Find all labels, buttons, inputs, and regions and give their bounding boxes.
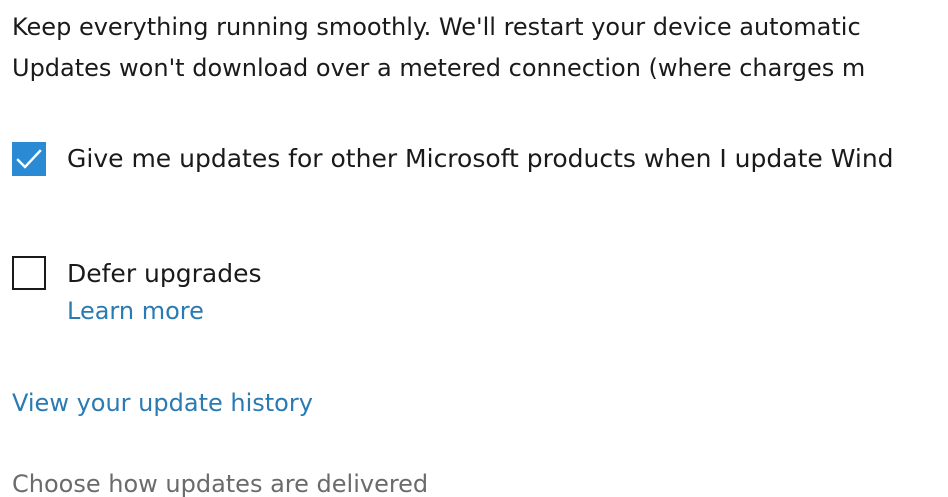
defer-upgrades-option: Defer upgrades Learn more [12,256,262,326]
update-description-line-2: Updates won't download over a metered co… [12,54,866,82]
other-products-checkbox[interactable] [12,142,46,176]
view-update-history-link[interactable]: View your update history [12,388,313,418]
other-products-option: Give me updates for other Microsoft prod… [12,142,894,176]
defer-upgrades-label[interactable]: Defer upgrades [67,256,262,292]
learn-more-link[interactable]: Learn more [67,296,262,326]
checkmark-icon [16,149,42,169]
defer-upgrades-checkbox[interactable] [12,256,46,290]
choose-delivery-link[interactable]: Choose how updates are delivered [12,469,428,497]
update-description-line-1: Keep everything running smoothly. We'll … [12,13,861,41]
windows-update-settings-page: Keep everything running smoothly. We'll … [0,0,948,497]
other-products-label[interactable]: Give me updates for other Microsoft prod… [67,142,894,176]
